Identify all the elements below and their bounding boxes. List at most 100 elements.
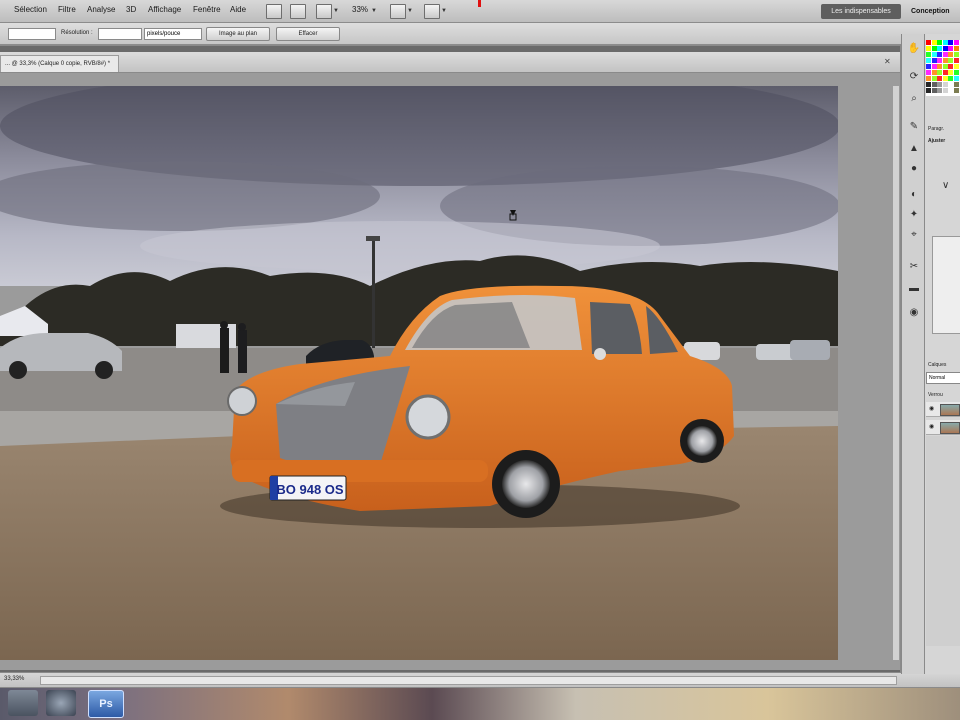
rotate-icon[interactable]: ⟳ <box>907 70 921 84</box>
color-swatch[interactable] <box>942 70 948 75</box>
menu-selection[interactable]: Sélection <box>14 5 47 14</box>
launch-bridge-icon[interactable] <box>266 4 282 19</box>
hand-icon[interactable]: ✋ <box>907 42 921 56</box>
color-swatch[interactable] <box>948 76 953 81</box>
stamp-icon[interactable]: ▲ <box>907 142 921 156</box>
color-swatch[interactable] <box>942 58 948 63</box>
color-swatch[interactable] <box>931 58 937 63</box>
color-swatch[interactable] <box>953 40 959 45</box>
color-swatch[interactable] <box>926 40 931 45</box>
adjustment-presets-list[interactable] <box>932 236 960 334</box>
color-swatch[interactable] <box>926 76 931 81</box>
color-swatch[interactable] <box>937 58 942 63</box>
media-player-icon[interactable] <box>46 690 76 716</box>
color-swatch[interactable] <box>937 70 942 75</box>
zoom-value[interactable]: 33% <box>352 5 368 14</box>
color-swatch[interactable] <box>931 82 937 87</box>
color-swatch[interactable] <box>931 52 937 57</box>
workspace-essentials-button[interactable]: Les indispensables <box>821 4 901 19</box>
color-swatch[interactable] <box>942 46 948 51</box>
color-swatch[interactable] <box>937 76 942 81</box>
color-swatch[interactable] <box>948 64 953 69</box>
tab-paragraph[interactable]: Paragr. <box>928 126 944 132</box>
color-swatch[interactable] <box>942 52 948 57</box>
color-swatch[interactable] <box>931 40 937 45</box>
color-swatch[interactable] <box>926 70 931 75</box>
color-swatch[interactable] <box>937 64 942 69</box>
color-swatch[interactable] <box>937 88 942 93</box>
resolution-field[interactable] <box>98 28 142 40</box>
pen-icon[interactable]: ⌖ <box>907 228 921 242</box>
color-swatch[interactable] <box>926 64 931 69</box>
vertical-scrollbar[interactable] <box>893 86 899 660</box>
chevron-down-icon[interactable]: ▼ <box>407 8 413 14</box>
color-swatch[interactable] <box>948 88 953 93</box>
settings-icon[interactable]: ◉ <box>907 306 921 320</box>
color-swatch[interactable] <box>948 82 953 87</box>
width-field[interactable] <box>8 28 56 40</box>
swatches-panel[interactable] <box>926 40 960 96</box>
color-swatch[interactable] <box>931 70 937 75</box>
zoom-icon[interactable]: ⌕ <box>907 92 921 106</box>
chevron-down-icon[interactable]: ▼ <box>371 8 377 14</box>
color-swatch[interactable] <box>948 46 953 51</box>
color-swatch[interactable] <box>926 88 931 93</box>
color-swatch[interactable] <box>926 82 931 87</box>
eraser-icon[interactable]: ● <box>907 162 921 176</box>
color-swatch[interactable] <box>926 46 931 51</box>
chevron-down-icon[interactable]: ▼ <box>333 8 339 14</box>
menu-window[interactable]: Fenêtre <box>193 5 221 14</box>
color-swatch[interactable] <box>953 76 959 81</box>
color-swatch[interactable] <box>931 46 937 51</box>
path-icon[interactable]: ◐ <box>907 188 921 202</box>
color-swatch[interactable] <box>953 58 959 63</box>
tab-layers[interactable]: Calques <box>928 362 946 368</box>
eye-icon[interactable]: ◉ <box>929 405 934 412</box>
color-swatch[interactable] <box>953 82 959 87</box>
color-swatch[interactable] <box>926 58 931 63</box>
blend-mode-select[interactable]: Normal <box>926 372 960 384</box>
color-swatch[interactable] <box>953 88 959 93</box>
color-swatch[interactable] <box>937 46 942 51</box>
color-swatch[interactable] <box>926 52 931 57</box>
color-swatch[interactable] <box>942 64 948 69</box>
color-swatch[interactable] <box>942 88 948 93</box>
color-swatch[interactable] <box>948 58 953 63</box>
color-swatch[interactable] <box>931 88 937 93</box>
menu-analysis[interactable]: Analyse <box>87 5 115 14</box>
screen-mode-icon[interactable] <box>424 4 440 19</box>
color-swatch[interactable] <box>942 76 948 81</box>
tab-adjustments[interactable]: Ajuster <box>928 138 945 144</box>
curves-icon[interactable]: ∨ <box>942 180 949 191</box>
color-swatch[interactable] <box>931 64 937 69</box>
color-swatch[interactable] <box>948 70 953 75</box>
front-image-button[interactable]: Image au plan <box>206 27 270 41</box>
zoom-level-icon[interactable] <box>316 4 332 19</box>
menu-filter[interactable]: Filtre <box>58 5 76 14</box>
view-extras-icon[interactable] <box>290 4 306 19</box>
color-swatch[interactable] <box>937 40 942 45</box>
color-swatch[interactable] <box>942 82 948 87</box>
photoshop-taskbar-button[interactable]: Ps <box>88 690 124 718</box>
close-icon[interactable]: ✕ <box>884 57 891 66</box>
layer-row[interactable]: ◉ <box>926 420 960 435</box>
units-select[interactable]: pixels/pouce <box>144 28 202 40</box>
brush-icon[interactable]: ✎ <box>907 120 921 134</box>
explorer-icon[interactable] <box>8 690 38 716</box>
workspace-design-button[interactable]: Conception <box>911 4 950 19</box>
color-swatch[interactable] <box>937 82 942 87</box>
color-swatch[interactable] <box>953 46 959 51</box>
color-swatch[interactable] <box>931 76 937 81</box>
layer-row[interactable]: ◉ <box>926 402 960 417</box>
select-icon[interactable]: ▬ <box>907 282 921 296</box>
color-swatch[interactable] <box>942 40 948 45</box>
type-icon[interactable]: ✂ <box>907 260 921 274</box>
color-swatch[interactable] <box>953 64 959 69</box>
arrange-documents-icon[interactable] <box>390 4 406 19</box>
color-swatch[interactable] <box>953 70 959 75</box>
dodge-icon[interactable]: ✦ <box>907 208 921 222</box>
color-swatch[interactable] <box>948 40 953 45</box>
menu-help[interactable]: Aide <box>230 5 246 14</box>
document-tab[interactable]: ... @ 33,3% (Calque 0 copie, RVB/8#) * <box>0 55 120 72</box>
clear-button[interactable]: Effacer <box>276 27 340 41</box>
